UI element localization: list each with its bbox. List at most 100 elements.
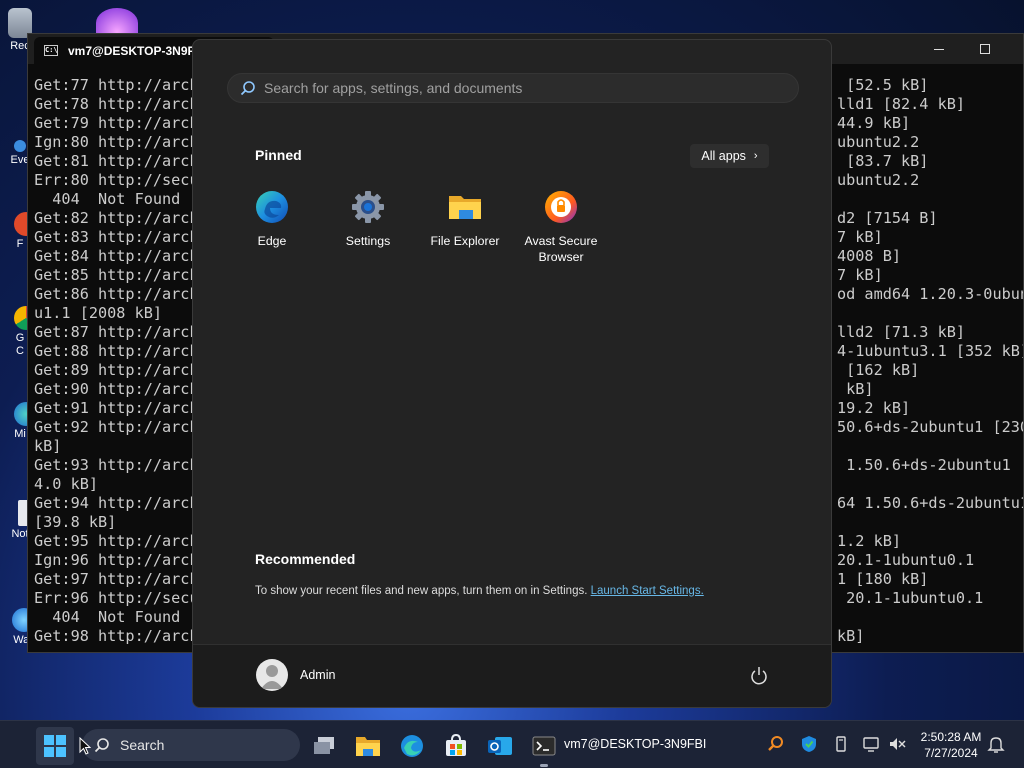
terminal-right-column: [52.5 kB] lld1 [82.4 kB] 44.9 kB] ubuntu2.2…	[837, 76, 1023, 646]
chevron-right-icon: ›	[753, 150, 758, 162]
mouse-cursor-icon	[79, 737, 91, 755]
terminal-line: 50.6+ds-2ubuntu1 [230	[837, 418, 1023, 436]
desktop-icon-label: Not	[11, 528, 29, 540]
terminal-tab-icon: C:\	[44, 45, 58, 56]
terminal-line: 4008 B]	[837, 247, 902, 265]
terminal-line: 7 kB]	[837, 266, 883, 284]
minimize-icon	[934, 48, 944, 50]
settings-gear-icon	[352, 191, 384, 223]
start-search-input[interactable]	[264, 80, 764, 96]
start-menu-footer: Admin	[193, 644, 831, 707]
terminal-line: 19.2 kB]	[837, 399, 911, 417]
terminal-line: lld1 [82.4 kB]	[837, 95, 966, 113]
terminal-line: od amd64 1.20.3-0ubunt	[837, 285, 1023, 303]
terminal-line: ubuntu2.2	[837, 133, 920, 151]
all-apps-button[interactable]: All apps ›	[690, 144, 769, 168]
pinned-app-file-explorer[interactable]: File Explorer	[417, 190, 513, 249]
launch-start-settings-link[interactable]: Launch Start Settings.	[591, 585, 704, 597]
store-icon	[446, 734, 466, 756]
shortcut-arrow-icon	[14, 140, 26, 152]
start-menu: Pinned All apps › Edge Settings	[192, 39, 832, 708]
start-search-box[interactable]	[227, 73, 799, 103]
terminal-line: 1 [180 kB]	[837, 570, 929, 588]
taskbar-clock[interactable]: 2:50:28 AM 7/27/2024	[913, 729, 989, 761]
terminal-line: 20.1-1ubuntu0.1	[837, 589, 984, 607]
terminal-line: d2 [7154 B]	[837, 209, 938, 227]
user-name[interactable]: Admin	[300, 668, 335, 682]
terminal-line: ubuntu2.2	[837, 171, 920, 189]
terminal-line: kB]	[837, 627, 865, 645]
start-button[interactable]	[36, 727, 74, 765]
terminal-line: [162 kB]	[837, 361, 920, 379]
recommended-text: To show your recent files and new apps, …	[255, 585, 588, 597]
taskbar-file-explorer[interactable]	[349, 727, 387, 765]
terminal-line: 44.9 kB]	[837, 114, 911, 132]
desktop-icon-label: Mi	[14, 428, 26, 440]
windows-logo-icon	[44, 735, 66, 757]
clock-time: 2:50:28 AM	[920, 730, 982, 744]
search-tray-icon[interactable]	[767, 735, 785, 753]
all-apps-label: All apps	[701, 149, 746, 163]
terminal-line: 64 1.50.6+ds-2ubuntu1	[837, 494, 1023, 512]
taskbar-search-label: Search	[120, 737, 165, 753]
search-icon	[94, 738, 109, 753]
pinned-app-settings[interactable]: Settings	[320, 190, 416, 249]
taskbar-store[interactable]	[437, 727, 475, 765]
terminal-line: 4-1ubuntu3.1 [352 kB]	[837, 342, 1023, 360]
pinned-app-label: Settings	[345, 234, 391, 248]
terminal-icon	[532, 736, 556, 756]
avast-browser-icon	[545, 191, 577, 223]
network-icon[interactable]	[862, 735, 880, 753]
maximize-button[interactable]	[962, 34, 1008, 64]
pinned-app-label: Avast Secure Browser	[524, 234, 598, 264]
task-view-button[interactable]	[305, 727, 343, 765]
terminal-line: 7 kB]	[837, 228, 883, 246]
terminal-line: [83.7 kB]	[837, 152, 929, 170]
usb-device-icon[interactable]	[832, 735, 850, 753]
security-shield-icon[interactable]	[800, 735, 818, 753]
volume-muted-icon[interactable]	[888, 735, 906, 753]
pinned-section-title: Pinned	[255, 147, 302, 163]
taskbar-edge[interactable]	[393, 727, 431, 765]
notification-bell-icon[interactable]	[987, 735, 1005, 753]
terminal-line: [52.5 kB]	[837, 76, 929, 94]
clock-date: 7/27/2024	[924, 746, 978, 760]
edge-icon	[401, 735, 423, 757]
pinned-app-avast-browser[interactable]: Avast Secure Browser	[513, 190, 609, 265]
pinned-app-edge[interactable]: Edge	[224, 190, 320, 249]
search-icon	[240, 81, 255, 96]
user-avatar[interactable]	[256, 659, 288, 691]
terminal-line: lld2 [71.3 kB]	[837, 323, 966, 341]
taskbar-terminal[interactable]	[525, 727, 563, 767]
desktop-icon-label: F	[16, 238, 24, 250]
terminal-tab-title: vm7@DESKTOP-3N9FB	[68, 43, 204, 58]
power-icon[interactable]	[748, 665, 770, 687]
taskbar-outlook[interactable]	[481, 727, 519, 765]
terminal-line: kB]	[837, 380, 874, 398]
user-icon	[261, 665, 283, 689]
folder-icon	[356, 737, 380, 756]
terminal-line: 1.2 kB]	[837, 532, 902, 550]
edge-icon	[256, 191, 288, 223]
taskbar-terminal-label[interactable]: vm7@DESKTOP-3N9FBI	[564, 737, 706, 751]
taskbar-search[interactable]: Search	[82, 729, 300, 761]
terminal-line: 20.1-1ubuntu0.1	[837, 551, 975, 569]
pinned-app-label: Edge	[257, 234, 287, 248]
pinned-app-label: File Explorer	[430, 234, 500, 248]
task-view-icon	[314, 737, 334, 754]
outlook-icon	[488, 737, 512, 755]
running-indicator	[540, 764, 548, 767]
terminal-line: 1.50.6+ds-2ubuntu1 [5	[837, 456, 1023, 474]
recommended-message: To show your recent files and new apps, …	[255, 585, 704, 597]
maximize-icon	[980, 44, 990, 54]
taskbar: Search vm7@DESKTOP-3N9FBI 2:50:28 AM 7/2…	[0, 720, 1024, 768]
minimize-button[interactable]	[916, 34, 962, 64]
folder-icon	[449, 196, 481, 219]
recommended-section-title: Recommended	[255, 551, 356, 567]
